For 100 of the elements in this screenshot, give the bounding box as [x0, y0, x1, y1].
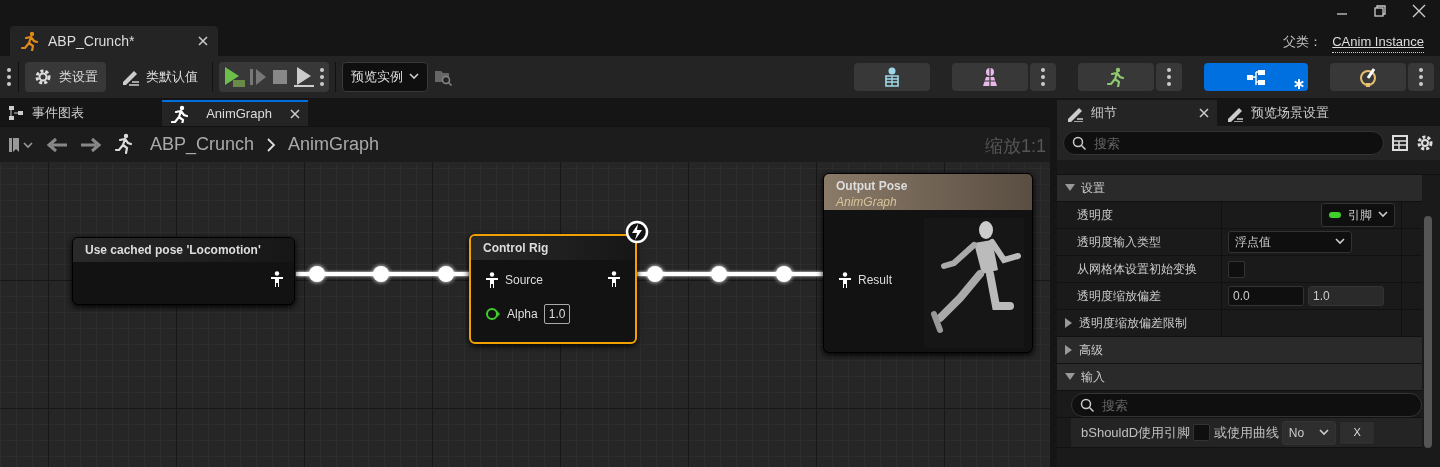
preview-instance-dropdown[interactable]: 预览实例 [342, 62, 428, 92]
parent-class-link[interactable]: CAnim Instance [1332, 32, 1424, 53]
lightning-icon [625, 220, 649, 244]
pose-pin-icon [485, 272, 499, 288]
chevron-down-icon [409, 73, 419, 81]
settings-icon [33, 67, 53, 87]
pin-label: Alpha [507, 306, 538, 323]
step-icon[interactable] [249, 67, 267, 87]
running-figure-icon [1106, 67, 1126, 87]
chevron-down-icon [1335, 238, 1345, 246]
skeleton-icon [882, 67, 902, 87]
pose-pin-icon [270, 271, 284, 287]
search-field[interactable]: 搜索 [1063, 131, 1384, 155]
graph-tab[interactable]: AnimGraph [162, 100, 308, 126]
pin-dropdown[interactable]: 引脚 [1321, 203, 1395, 227]
node-graph-icon [8, 105, 24, 121]
more-button[interactable] [1030, 63, 1056, 91]
checkbox[interactable] [1228, 260, 1245, 278]
eject-icon[interactable] [293, 66, 315, 88]
stop-icon[interactable] [271, 68, 289, 86]
type-dropdown[interactable]: 浮点值 [1228, 231, 1352, 253]
scrollbar[interactable] [1424, 216, 1432, 448]
more-icon[interactable] [319, 67, 325, 87]
folder-search-icon[interactable] [434, 68, 452, 86]
section-header[interactable]: 设置 [1081, 179, 1105, 197]
pin-status-icon [1328, 211, 1342, 219]
breadcrumb-item[interactable]: ABP_Crunch [150, 131, 255, 158]
property-label: 从网格体设置初始变换 [1077, 261, 1197, 278]
mode-button[interactable] [1078, 63, 1154, 91]
property-label: 透明度缩放偏差 [1077, 288, 1161, 305]
graph-node[interactable]: Output Pose AnimGraph Result [823, 173, 1033, 353]
property-label[interactable]: 透明度缩放偏差限制 [1079, 314, 1187, 332]
graph-node[interactable]: Control Rig Source Alpha 1.0 [469, 234, 637, 344]
more-icon [1040, 67, 1046, 87]
parent-class-label: 父类： [1283, 33, 1323, 51]
table-view-icon[interactable] [1392, 135, 1408, 151]
more-icon[interactable] [6, 67, 12, 87]
mode-button[interactable] [854, 63, 930, 91]
property-label: 或使用曲线 [1213, 423, 1279, 442]
mode-button[interactable] [952, 63, 1028, 91]
close-icon[interactable] [1199, 108, 1209, 118]
graph-node[interactable]: Use cached pose 'Locomotion' [72, 237, 295, 305]
graph-tab[interactable]: 事件图表 [0, 100, 92, 126]
body-mesh-icon [980, 67, 1000, 87]
panel-tab[interactable]: 预览场景设置 [1217, 100, 1337, 126]
more-button[interactable] [1408, 63, 1434, 91]
document-tab[interactable]: ABP_Crunch* [10, 26, 218, 56]
expanded-arrow-icon[interactable] [1065, 373, 1075, 381]
node-title: Use cached pose 'Locomotion' [85, 242, 262, 259]
pose-pin-icon [607, 271, 621, 287]
number-field[interactable]: 0.0 [1228, 286, 1304, 306]
close-icon[interactable] [198, 36, 208, 46]
running-figure-icon [170, 105, 188, 123]
mode-button[interactable] [1204, 63, 1308, 91]
reroute-knot[interactable] [711, 266, 727, 282]
reroute-knot[interactable] [438, 266, 454, 282]
search-field[interactable]: 搜索 [1071, 393, 1422, 417]
panel-tab[interactable]: 细节 [1057, 100, 1217, 126]
clear-button[interactable]: X [1339, 420, 1376, 445]
breadcrumb-item[interactable]: AnimGraph [288, 131, 380, 158]
forward-arrow-icon[interactable] [80, 136, 102, 153]
back-arrow-icon[interactable] [46, 136, 68, 153]
settings-icon[interactable] [1416, 134, 1434, 152]
section-header[interactable]: 高级 [1079, 341, 1103, 359]
section-header[interactable]: 输入 [1081, 368, 1105, 386]
restore-icon[interactable] [1374, 4, 1386, 18]
reroute-knot[interactable] [776, 266, 792, 282]
collapsed-arrow-icon[interactable] [1065, 345, 1073, 355]
class-defaults-button[interactable]: 类默认值 [112, 62, 206, 92]
collapsed-arrow-icon[interactable] [1065, 318, 1073, 328]
pose-pin-icon [838, 272, 852, 288]
more-button[interactable] [1156, 63, 1182, 91]
search-icon [1072, 136, 1086, 150]
close-icon[interactable] [1412, 4, 1426, 18]
play-icon[interactable] [223, 66, 245, 88]
exec-pin-icon [485, 307, 501, 321]
mode-button[interactable] [1330, 63, 1406, 91]
reroute-knot[interactable] [309, 266, 325, 282]
number-field[interactable]: 1.0 [1308, 286, 1384, 306]
asterisk-icon [1294, 79, 1304, 89]
zoom-label: 缩放1:1 [984, 135, 1046, 158]
node-graph-icon [1246, 67, 1266, 87]
property-label: 透明度 [1077, 207, 1113, 224]
property-label: 透明度输入类型 [1077, 234, 1161, 251]
class-settings-button[interactable]: 类设置 [25, 62, 106, 92]
chevron-down-icon [1378, 211, 1388, 219]
reroute-knot[interactable] [647, 266, 663, 282]
close-icon[interactable] [290, 109, 300, 119]
bookmark-icon[interactable] [8, 136, 34, 153]
alpha-value-field[interactable]: 1.0 [543, 304, 571, 324]
gauge-icon [1358, 67, 1378, 87]
curve-dropdown[interactable]: No [1281, 420, 1336, 445]
node-title: Output Pose [836, 178, 909, 194]
reroute-knot[interactable] [373, 266, 389, 282]
search-icon [1080, 398, 1094, 412]
checkbox[interactable] [1193, 424, 1211, 441]
expanded-arrow-icon[interactable] [1065, 184, 1075, 192]
chevron-down-icon [1318, 428, 1329, 437]
chevron-right-icon [266, 136, 277, 153]
node-subtitle: AnimGraph [836, 194, 898, 210]
